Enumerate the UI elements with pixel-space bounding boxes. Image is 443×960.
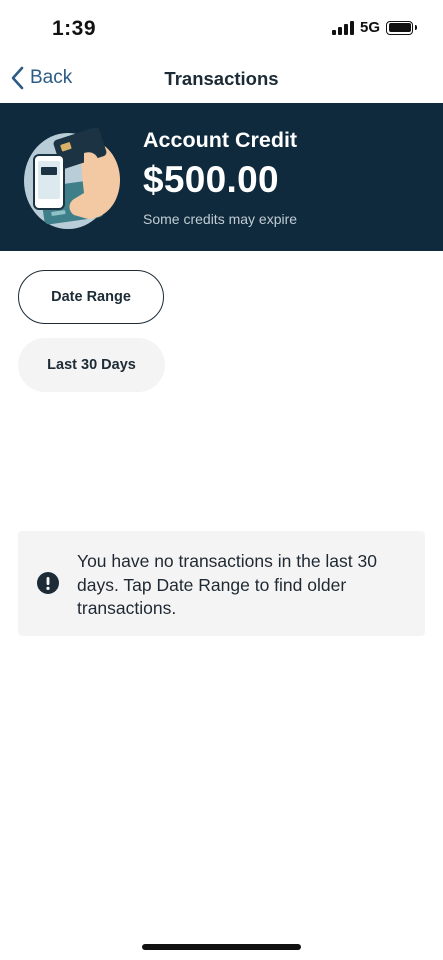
status-time: 1:39 bbox=[52, 17, 97, 40]
empty-state-text: You have no transactions in the last 30 … bbox=[77, 551, 377, 618]
credit-expiry-note: Some credits may expire bbox=[143, 211, 298, 227]
exclamation-circle-icon bbox=[37, 572, 59, 594]
network-label: 5G bbox=[359, 19, 380, 36]
home-indicator[interactable] bbox=[142, 944, 301, 950]
credit-title: Account Credit bbox=[143, 128, 298, 152]
battery-icon bbox=[386, 20, 417, 35]
nav-bar: Back Transactions bbox=[0, 58, 443, 103]
last-30-days-chip[interactable]: Last 30 Days bbox=[18, 338, 165, 392]
no-transactions-message: You have no transactions in the last 30 … bbox=[18, 531, 425, 636]
status-bar: 1:39 5G bbox=[0, 0, 443, 58]
status-indicators: 5G bbox=[331, 19, 417, 36]
account-credit-banner: Account Credit $500.00 Some credits may … bbox=[0, 103, 443, 251]
date-range-button[interactable]: Date Range bbox=[18, 270, 164, 324]
payment-illustration bbox=[24, 127, 120, 229]
signal-icon bbox=[331, 20, 354, 35]
credit-amount: $500.00 bbox=[143, 159, 279, 200]
page-title: Transactions bbox=[164, 68, 279, 89]
